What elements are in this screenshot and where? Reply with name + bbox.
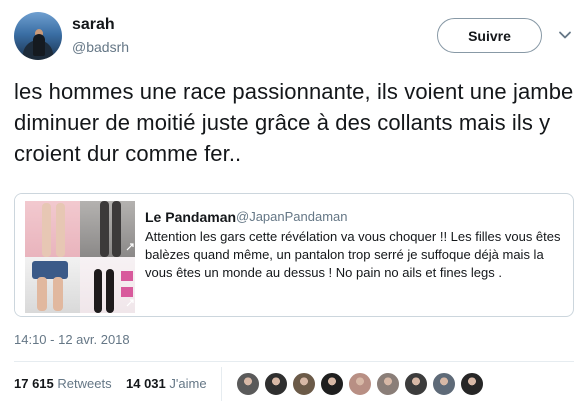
liker-avatar[interactable]: [264, 372, 288, 396]
quoted-media-grid[interactable]: [15, 194, 135, 316]
expand-icon: [126, 243, 134, 251]
stats-divider: [221, 367, 222, 401]
retweets-count: 17 615: [14, 376, 54, 391]
quoted-image-3[interactable]: [25, 257, 80, 313]
divider: [14, 361, 574, 362]
liker-avatar[interactable]: [460, 372, 484, 396]
author-avatar[interactable]: [14, 12, 62, 60]
quoted-image-2[interactable]: [80, 201, 135, 257]
liker-avatar[interactable]: [432, 372, 456, 396]
quoted-author-handle[interactable]: @JapanPandaman: [236, 209, 348, 224]
author-name[interactable]: sarah: [72, 16, 115, 34]
likes-count: 14 031: [126, 376, 166, 391]
quoted-image-4[interactable]: [80, 257, 135, 313]
retweets-stat[interactable]: 17 615 Retweets: [14, 376, 112, 391]
tweet-text: les hommes une race passionnante, ils vo…: [14, 79, 574, 166]
liker-avatar[interactable]: [376, 372, 400, 396]
avatar-figure: [33, 34, 45, 56]
liker-avatar[interactable]: [236, 372, 260, 396]
likes-label: J'aime: [169, 376, 207, 391]
quoted-image-1[interactable]: [25, 201, 80, 257]
retweets-label: Retweets: [57, 376, 112, 391]
liker-avatar[interactable]: [292, 372, 316, 396]
liker-avatar[interactable]: [320, 372, 344, 396]
tweet-timestamp[interactable]: 14:10 - 12 avr. 2018: [14, 332, 130, 347]
author-handle[interactable]: @badsrh: [72, 39, 129, 55]
expand-icon: [126, 299, 134, 307]
follow-button[interactable]: Suivre: [437, 18, 542, 53]
likes-stat[interactable]: 14 031 J'aime: [126, 376, 207, 391]
chevron-down-icon[interactable]: [558, 28, 572, 42]
liker-avatar[interactable]: [348, 372, 372, 396]
likers-avatars[interactable]: [236, 372, 484, 398]
quoted-tweet-text: Attention les gars cette révélation va v…: [145, 229, 561, 280]
liker-avatar[interactable]: [404, 372, 428, 396]
quoted-author-name[interactable]: Le Pandaman: [145, 209, 236, 225]
